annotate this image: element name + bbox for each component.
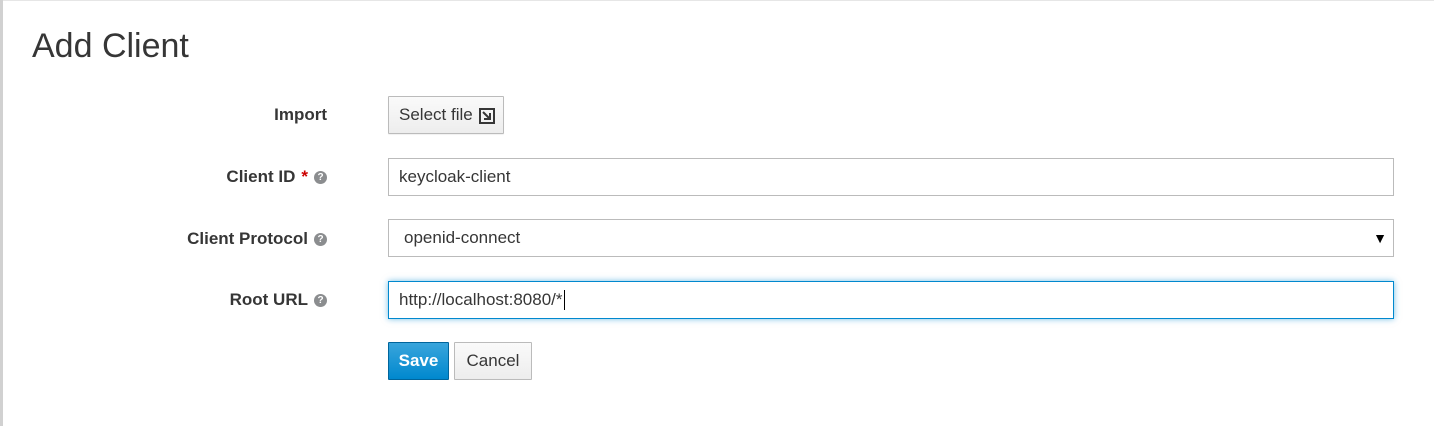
client-id-value: keycloak-client (399, 167, 511, 186)
client-protocol-label: Client Protocol (187, 229, 308, 248)
client-protocol-selected: openid-connect (404, 228, 521, 247)
help-icon[interactable]: ? (314, 232, 327, 246)
select-file-button[interactable]: Select file (388, 96, 504, 134)
client-id-label-wrap: Client ID * ? (226, 167, 327, 187)
cancel-button[interactable]: Cancel (454, 342, 532, 380)
root-url-value: http://localhost:8080/* (399, 290, 563, 309)
import-icon (478, 108, 495, 124)
client-id-label: Client ID (226, 167, 296, 186)
top-border (0, 0, 1434, 1)
required-marker: * (301, 167, 308, 186)
root-url-label: Root URL (229, 290, 308, 309)
client-id-input[interactable]: keycloak-client (388, 158, 1394, 196)
import-label: Import (274, 105, 327, 124)
help-icon[interactable]: ? (314, 293, 327, 307)
dropdown-arrow-icon: ▼ (1373, 230, 1387, 246)
select-file-label: Select file (399, 105, 473, 124)
root-url-input[interactable]: http://localhost:8080/* (388, 281, 1394, 319)
help-icon[interactable]: ? (314, 170, 327, 184)
page-title: Add Client (32, 27, 189, 65)
save-button[interactable]: Save (388, 342, 449, 380)
client-protocol-label-wrap: Client Protocol ? (187, 229, 327, 249)
client-protocol-select[interactable]: openid-connect ▼ (388, 219, 1394, 257)
root-url-label-wrap: Root URL ? (230, 290, 327, 310)
import-label-wrap: Import (274, 105, 327, 125)
left-border (0, 0, 3, 426)
text-caret (563, 290, 565, 310)
